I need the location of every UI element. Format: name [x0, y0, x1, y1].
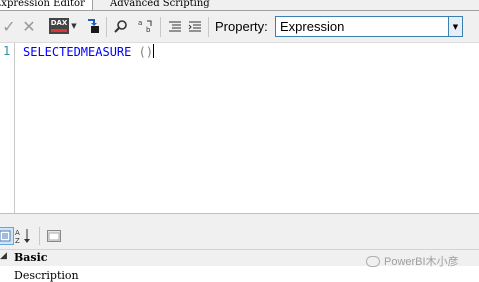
toolbar-separator	[106, 17, 107, 37]
chevron-down-icon[interactable]: ▼	[448, 17, 462, 36]
comment-lines-icon[interactable]	[166, 17, 184, 35]
categorized-view-icon[interactable]	[0, 227, 14, 245]
property-row-description[interactable]: Description	[14, 269, 79, 282]
code-editor[interactable]: 1 SELECTEDMEASURE ()	[0, 42, 479, 214]
property-grid-toolbar: AZ	[0, 223, 479, 249]
wechat-icon	[366, 255, 380, 267]
svg-text:a: a	[138, 19, 142, 27]
dax-icon: DAX	[49, 18, 69, 34]
uncomment-lines-icon[interactable]	[186, 17, 204, 35]
watermark-text: PowerBI木小彦	[384, 256, 459, 268]
property-dropdown[interactable]: Expression ▼	[275, 16, 463, 37]
code-line[interactable]: SELECTEDMEASURE ()	[23, 44, 155, 59]
line-number-gutter: 1	[0, 43, 15, 214]
property-label: Property:	[215, 19, 268, 34]
sort-alphabetical-icon[interactable]: AZ	[15, 227, 33, 245]
chevron-down-icon[interactable]: ▼	[70, 17, 78, 35]
replace-icon[interactable]: ab	[136, 17, 154, 35]
line-number: 1	[3, 44, 11, 58]
property-pages-icon[interactable]	[45, 227, 63, 245]
collapse-arrow-icon[interactable]: ◢	[0, 251, 7, 261]
toolbar-separator	[39, 227, 40, 245]
checkmark-icon[interactable]: ✓	[0, 17, 18, 36]
toolbar-separator	[208, 17, 209, 37]
category-label: Basic	[14, 251, 48, 264]
tab-advanced-scripting[interactable]: Advanced Scripting	[110, 0, 210, 10]
svg-text:b: b	[146, 26, 151, 34]
editor-tab-strip: Expression Editor Advanced Scripting	[0, 0, 479, 11]
dax-badge-label: DAX	[50, 19, 68, 27]
code-function: SELECTEDMEASURE	[23, 45, 132, 59]
watermark: PowerBI木小彦	[366, 253, 459, 269]
tab-expression-editor[interactable]: Expression Editor	[0, 0, 93, 10]
svg-text:A: A	[15, 229, 20, 237]
expression-toolbar: ✓ ✕ DAX ▼ ab Property: Expression ▼	[0, 11, 479, 43]
text-caret	[153, 44, 155, 58]
toolbar-separator	[160, 17, 161, 37]
search-icon[interactable]	[112, 17, 130, 35]
step-into-icon[interactable]	[84, 17, 102, 35]
x-icon[interactable]: ✕	[20, 17, 38, 36]
code-parens: ()	[131, 45, 154, 59]
property-dropdown-value: Expression	[280, 19, 345, 34]
svg-text:Z: Z	[15, 237, 20, 244]
dax-format-button[interactable]: DAX	[46, 17, 72, 35]
